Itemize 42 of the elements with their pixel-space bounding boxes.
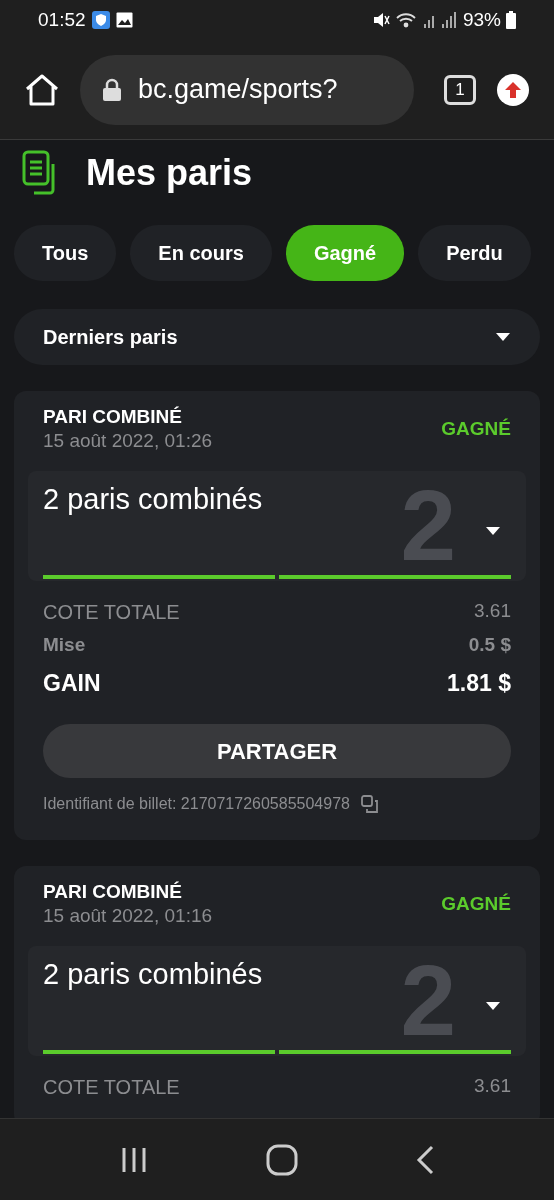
ticket-id: Identifiant de billet: 2170717260585504978 xyxy=(43,794,350,814)
bet-status: GAGNÉ xyxy=(441,891,511,916)
bet-summary: 2 paris combinés xyxy=(43,958,263,990)
caret-icon xyxy=(485,526,501,536)
shield-icon xyxy=(91,11,110,29)
lock-icon xyxy=(102,77,122,102)
clock-time: 01:52 xyxy=(38,7,86,32)
gain-value: 1.81 $ xyxy=(447,668,511,698)
bet-date: 15 août 2022, 01:26 xyxy=(43,429,213,453)
gain-label: GAIN xyxy=(43,668,101,698)
filter-tab[interactable]: Perdu xyxy=(418,225,531,281)
share-button[interactable]: PARTAGER xyxy=(43,724,511,778)
url-text: bc.game/sports? xyxy=(138,73,338,107)
caret-icon xyxy=(495,332,511,342)
stake-value: 0.5 $ xyxy=(468,633,511,657)
stake-label: Mise xyxy=(43,633,86,657)
battery-icon xyxy=(506,11,516,29)
odds-value: 3.61 xyxy=(474,599,511,623)
copy-icon[interactable] xyxy=(359,794,380,814)
home-icon[interactable] xyxy=(24,72,60,107)
home-button-icon[interactable] xyxy=(266,1143,298,1176)
mute-icon xyxy=(371,11,390,29)
filter-tab[interactable]: Tous xyxy=(14,225,117,281)
wifi-icon xyxy=(394,11,417,29)
battery-percent: 93% xyxy=(462,7,501,32)
caret-icon xyxy=(485,1001,501,1011)
page-title: Mes paris xyxy=(86,151,253,195)
signal-icon xyxy=(421,11,458,29)
image-icon xyxy=(115,12,133,28)
bet-type: PARI COMBINÉ xyxy=(43,880,183,904)
filter-tab[interactable]: En cours xyxy=(130,225,272,281)
bet-status: GAGNÉ xyxy=(441,416,511,441)
odds-label: COTE TOTALE xyxy=(43,1075,180,1100)
back-icon[interactable] xyxy=(415,1144,436,1175)
sort-dropdown[interactable]: Derniers paris xyxy=(14,309,540,365)
bet-date: 15 août 2022, 01:16 xyxy=(43,904,213,928)
odds-label: COTE TOTALE xyxy=(43,600,180,625)
bet-type: PARI COMBINÉ xyxy=(43,405,183,429)
odds-value: 3.61 xyxy=(474,1074,511,1098)
tab-count[interactable]: 1 xyxy=(444,74,476,105)
bet-summary: 2 paris combinés xyxy=(43,483,263,515)
address-bar[interactable]: bc.game/sports? xyxy=(80,54,414,125)
